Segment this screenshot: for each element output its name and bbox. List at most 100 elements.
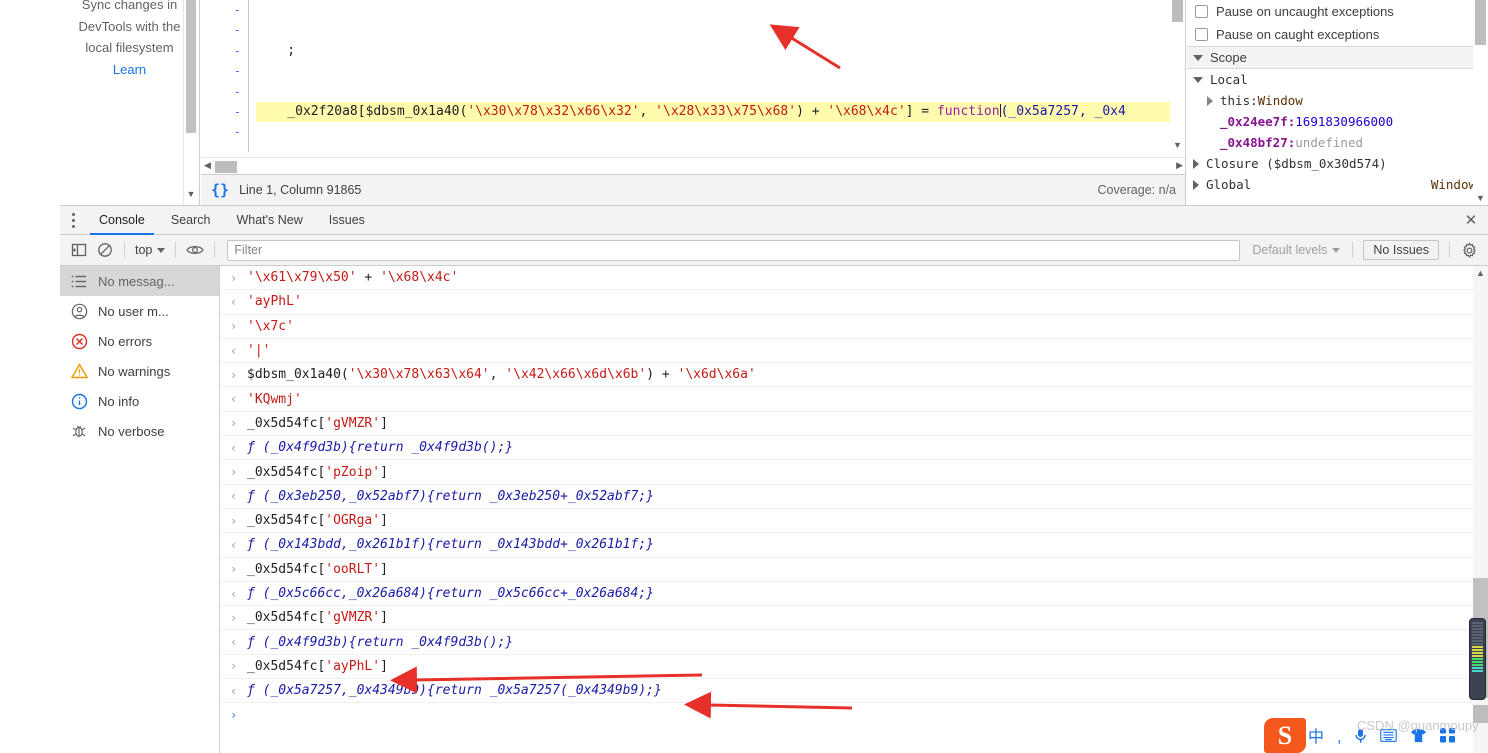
debugger-scroll-down-icon[interactable]: ▼ (1473, 193, 1488, 203)
navigator-scroll-down-icon[interactable]: ▼ (184, 190, 198, 199)
scope-prop: _0x48bf27: (1220, 135, 1296, 150)
execution-context-label: top (135, 243, 153, 257)
pause-uncaught-label: Pause on uncaught exceptions (1216, 4, 1394, 19)
debugger-scrollbar[interactable]: ▼ (1473, 0, 1488, 205)
more-tools-icon[interactable] (60, 205, 86, 235)
console-message-list: › '\x61\x79\x50' + '\x68\x4c' ‹'ayPhL' › '… (221, 266, 1473, 753)
scope-value: 1691830966000 (1295, 114, 1394, 129)
console-message-text: _0x5d54fc[ (247, 658, 326, 674)
input-glyph: › (230, 465, 238, 480)
console-output-row: ‹ ƒ (_0x4f9d3b){return _0x4f9d3b();} (221, 630, 1473, 655)
sidebar-toggle-icon[interactable] (66, 237, 92, 263)
gutter-mark: - (201, 143, 241, 152)
pause-on-caught-row[interactable]: Pause on caught exceptions (1187, 23, 1488, 46)
chevron-down-icon (1193, 76, 1203, 83)
navigator-learn-link[interactable]: Learn (60, 59, 199, 81)
punctuation-icon[interactable]: , (1337, 729, 1341, 746)
tab-console[interactable]: Console (86, 206, 158, 235)
console-input-row: › _0x5d54fc['gVMZR'] (221, 412, 1473, 437)
tab-issues[interactable]: Issues (316, 206, 378, 235)
gutter-mark: - (233, 64, 241, 79)
scope-row-this[interactable]: this: Window (1187, 90, 1488, 111)
scope-row-global[interactable]: Global Window (1187, 174, 1488, 195)
console-message-text: _0x5d54fc[ (247, 610, 326, 626)
source-code-editor[interactable]: - - - - - - - - ; _0x2f20a8[$dbsm_0x1a40… (201, 0, 1186, 205)
scope-name: Closure ($dbsm_0x30d574) (1206, 156, 1387, 171)
console-sidebar-item-user-messages[interactable]: No user m... (60, 296, 219, 326)
scope-row-local[interactable]: Local (1187, 69, 1488, 90)
page-viewport-gap (0, 0, 60, 205)
clear-console-icon[interactable] (92, 237, 118, 263)
editor-vertical-scrollbar[interactable]: ▼ (1170, 0, 1185, 152)
console-output-row: ‹ 'KQwmj' (221, 387, 1473, 412)
console-sidebar-label: No info (98, 393, 140, 409)
debugger-scroll-thumb[interactable] (1475, 0, 1486, 45)
tab-whats-new[interactable]: What's New (223, 206, 315, 235)
log-levels-selector[interactable]: Default levels (1246, 243, 1346, 257)
console-sidebar-item-info[interactable]: No info (60, 386, 219, 416)
editor-code[interactable]: ; _0x2f20a8[$dbsm_0x1a40('\x30\x78\x32\x… (250, 0, 1185, 152)
console-message-text: '|' (247, 343, 271, 359)
console-filter-input[interactable] (227, 239, 1241, 261)
list-icon (70, 272, 88, 290)
console-input-row: › _0x5d54fc['gVMZR'] (221, 606, 1473, 631)
coverage-label: Coverage: n/a (1097, 183, 1176, 197)
devtools-window: Sync changes in DevTools with the local … (0, 0, 1488, 753)
console-sidebar-item-messages[interactable]: No messag... (60, 266, 219, 296)
scope-header-label: Scope (1210, 50, 1247, 65)
input-glyph: › (230, 416, 238, 431)
scope-prop: this: (1220, 93, 1258, 108)
console-message-text: _0x5d54fc[ (247, 464, 326, 480)
navigator-pane: Sync changes in DevTools with the local … (60, 0, 200, 205)
console-sidebar-label: No verbose (98, 423, 165, 439)
console-drawer: Console Search What's New Issues ✕ top F… (0, 205, 1488, 753)
scope-row-prop[interactable]: _0x48bf27: undefined (1187, 132, 1488, 153)
pause-on-uncaught-row[interactable]: Pause on uncaught exceptions (1187, 0, 1488, 23)
editor-vscroll-down-icon[interactable]: ▼ (1170, 140, 1185, 150)
close-icon[interactable]: ✕ (1454, 205, 1488, 235)
execution-context-selector[interactable]: top (131, 243, 169, 257)
editor-horizontal-scrollbar[interactable]: ◀ ▶ (201, 157, 1185, 174)
editor-hscroll-right-icon[interactable]: ▶ (1176, 160, 1183, 171)
input-glyph: › (230, 513, 238, 528)
no-issues-button[interactable]: No Issues (1363, 240, 1439, 260)
tab-search[interactable]: Search (158, 206, 224, 235)
checkbox-caught[interactable] (1195, 28, 1208, 41)
user-icon (70, 302, 88, 320)
scope-row-prop[interactable]: _0x24ee7f: 1691830966000 (1187, 111, 1488, 132)
navigator-message: Sync changes in DevTools with the local … (78, 0, 181, 55)
console-sidebar-label: No user m... (98, 303, 169, 319)
scope-name: Global (1206, 177, 1252, 192)
scope-section-header[interactable]: Scope (1187, 46, 1488, 69)
chevron-right-icon (1207, 95, 1213, 106)
editor-vscroll-thumb[interactable] (1172, 0, 1183, 22)
console-input-row: › '\x7c' (221, 315, 1473, 339)
console-message-text: ƒ (_0x4f9d3b){return _0x4f9d3b();} (247, 440, 514, 456)
toolbar-divider (1352, 242, 1354, 258)
editor-hscroll-left-icon[interactable]: ◀ (204, 160, 211, 171)
input-glyph: › (230, 610, 238, 625)
output-glyph: ‹ (230, 586, 238, 601)
console-sidebar-label: No warnings (98, 363, 171, 379)
console-sidebar-item-verbose[interactable]: No verbose (60, 416, 219, 446)
ime-language-icon[interactable]: 中 (1308, 729, 1324, 746)
sogou-ime-logo[interactable]: S (1264, 718, 1306, 753)
chevron-right-icon (1193, 179, 1199, 190)
gear-icon[interactable] (1456, 237, 1482, 263)
pretty-print-icon[interactable]: {} (211, 181, 229, 199)
console-input-row: › _0x5d54fc['pZoip'] (221, 460, 1473, 485)
navigator-scrollbar[interactable]: ▼ (183, 0, 197, 205)
console-output-row: ‹ ƒ (_0x143bdd,_0x261b1f){return _0x143bd… (221, 533, 1473, 558)
pause-options: Pause on uncaught exceptions Pause on ca… (1187, 0, 1488, 46)
live-expression-icon[interactable] (182, 237, 208, 263)
navigator-scroll-thumb[interactable] (186, 0, 196, 133)
chevron-right-icon (1193, 158, 1199, 169)
console-scroll-up-icon[interactable]: ▲ (1473, 268, 1488, 278)
console-sidebar-item-errors[interactable]: No errors (60, 326, 219, 356)
checkbox-uncaught[interactable] (1195, 5, 1208, 18)
editor-hscroll-thumb[interactable] (215, 161, 237, 173)
console-output-row: ‹ ƒ (_0x5a7257,_0x4349b9){return _0x5a725… (221, 679, 1473, 704)
output-glyph: ‹ (230, 537, 238, 552)
console-sidebar-item-warnings[interactable]: No warnings (60, 356, 219, 386)
scope-row-closure[interactable]: Closure ($dbsm_0x30d574) (1187, 153, 1488, 174)
